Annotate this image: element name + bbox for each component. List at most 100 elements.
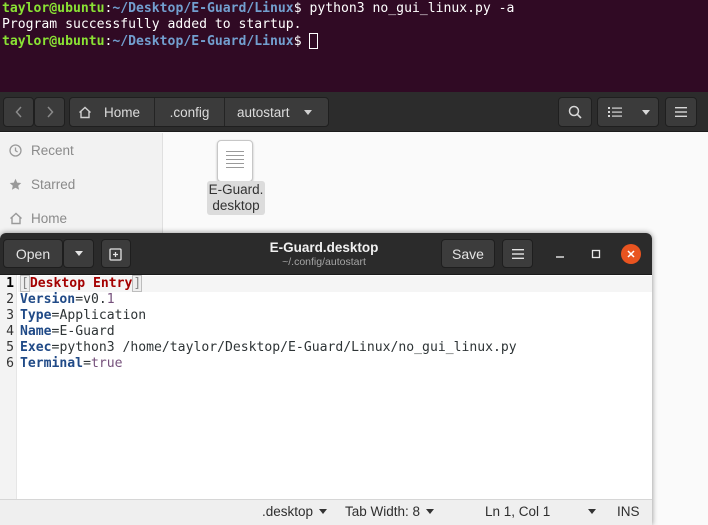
chevron-down-icon	[303, 109, 312, 115]
line-number-gutter: 1 2 3 4 5 6	[0, 275, 17, 499]
sidebar-item-label: Starred	[31, 176, 76, 192]
value: v0.	[83, 292, 107, 307]
hamburger-icon	[675, 107, 687, 117]
value: python3 /home/taylor/Desktop/E-Guard/Lin…	[59, 340, 517, 355]
tab-width-selector[interactable]: Tab Width: 8	[345, 504, 435, 519]
code-line: Exec=python3 /home/taylor/Desktop/E-Guar…	[20, 340, 517, 356]
home-icon	[79, 106, 91, 118]
key: Version	[20, 292, 76, 307]
new-tab-button[interactable]	[101, 239, 131, 268]
prompt-symbol: $	[293, 1, 310, 16]
home-icon	[8, 212, 23, 225]
code-line: [Desktop Entry]	[20, 275, 517, 292]
sidebar-item-starred[interactable]: Starred	[0, 167, 162, 201]
close-icon	[627, 250, 635, 258]
chevron-down-icon	[74, 251, 83, 256]
hamburger-icon	[511, 248, 524, 259]
chevron-down-icon	[426, 509, 435, 514]
file-name[interactable]: E-Guard. desktop	[207, 181, 265, 215]
equals: =	[83, 356, 91, 371]
forward-button[interactable]	[34, 97, 65, 127]
sidebar-item-label: Recent	[31, 142, 74, 158]
language-selector[interactable]: .desktop	[262, 504, 328, 519]
maximize-icon	[591, 249, 601, 259]
chevron-down-icon	[588, 509, 597, 514]
breadcrumb-label: Home	[104, 104, 141, 120]
breadcrumb-label: .config	[169, 104, 210, 120]
chevron-down-icon	[642, 109, 650, 115]
breadcrumb-autostart[interactable]: autostart	[225, 98, 328, 126]
value: E-Guard	[59, 324, 115, 339]
search-button[interactable]	[558, 97, 592, 127]
breadcrumb-config[interactable]: .config	[155, 98, 225, 126]
menu-button[interactable]	[665, 97, 697, 127]
star-icon	[8, 178, 23, 191]
value: Application	[59, 308, 147, 323]
line-number: 2	[6, 292, 14, 307]
document-title: E-Guard.desktop	[269, 240, 379, 255]
terminal-cursor	[309, 33, 319, 49]
cursor-position-label: Ln 1, Col 1	[485, 504, 551, 519]
breadcrumb-home[interactable]: Home	[70, 98, 155, 126]
search-icon	[568, 105, 582, 119]
breadcrumb-label: autostart	[237, 104, 290, 120]
terminal-line: taylor@ubuntu:~/Desktop/E-Guard/Linux$ p…	[2, 1, 708, 17]
breadcrumb: Home .config autostart	[69, 97, 329, 127]
tab-width-label: Tab Width: 8	[345, 504, 421, 519]
text-editor-window: Open E-Guard.desktop ~/.config/autostart…	[0, 233, 652, 525]
minimize-button[interactable]	[550, 244, 570, 264]
line-number: 1	[6, 276, 14, 291]
insert-mode[interactable]: INS	[617, 504, 640, 519]
line-number: 4	[6, 324, 14, 339]
status-bar: .desktop Tab Width: 8 Ln 1, Col 1 INS	[0, 499, 652, 525]
list-view-icon	[608, 107, 622, 117]
prompt-user: taylor@ubuntu	[2, 34, 105, 49]
chevron-right-icon	[46, 106, 54, 118]
bracket-match: ]	[132, 275, 143, 292]
sidebar-item-label: Home	[31, 210, 68, 226]
minimize-icon	[556, 256, 564, 258]
value-boolean: true	[90, 356, 123, 371]
key: Terminal	[20, 356, 84, 371]
key: Exec	[20, 340, 52, 355]
save-button[interactable]: Save	[441, 239, 495, 268]
open-button-label: Open	[15, 245, 51, 262]
file-icon[interactable]	[217, 140, 253, 182]
prompt-user: taylor@ubuntu	[2, 1, 105, 16]
file-name-line: desktop	[212, 198, 260, 213]
code-area: [Desktop Entry] Version=v0.1 Type=Applic…	[20, 275, 517, 372]
file-manager-header: Home .config autostart	[0, 92, 708, 132]
editor-header: Open E-Guard.desktop ~/.config/autostart…	[0, 233, 652, 275]
code-line: Type=Application	[20, 308, 517, 324]
close-button[interactable]	[621, 244, 641, 264]
sidebar-item-home[interactable]: Home	[0, 201, 162, 235]
terminal-output: Program successfully added to startup.	[2, 17, 302, 32]
back-button[interactable]	[3, 97, 34, 127]
line-number: 3	[6, 308, 14, 323]
save-button-label: Save	[452, 245, 484, 262]
prompt-path: ~/Desktop/E-Guard/Linux	[112, 1, 294, 16]
line-number: 6	[6, 356, 14, 371]
chevron-down-icon	[319, 509, 328, 514]
open-recent-button[interactable]	[63, 239, 94, 268]
key: Type	[20, 308, 52, 323]
terminal-window[interactable]: taylor@ubuntu:~/Desktop/E-Guard/Linux$ p…	[0, 0, 708, 92]
document-path: ~/.config/autostart	[282, 256, 366, 268]
open-button[interactable]: Open	[3, 239, 63, 268]
editor-menu-button[interactable]	[502, 239, 533, 268]
terminal-command: python3 no_gui_linux.py -a	[309, 1, 515, 16]
view-options-button[interactable]	[597, 97, 659, 127]
value-number: 1	[106, 292, 115, 307]
new-document-icon	[109, 247, 122, 261]
bracket-match: [	[20, 275, 30, 292]
prompt-symbol: $	[293, 34, 310, 49]
file-name-line: E-Guard.	[208, 182, 264, 197]
code-line: Version=v0.1	[20, 292, 517, 308]
cursor-position[interactable]: Ln 1, Col 1	[485, 504, 597, 519]
equals: =	[75, 292, 84, 307]
maximize-button[interactable]	[586, 244, 606, 264]
sidebar-item-recent[interactable]: Recent	[0, 133, 162, 167]
language-label: .desktop	[262, 504, 314, 519]
key: Name	[20, 324, 52, 339]
text-editor[interactable]: 1 2 3 4 5 6 [Desktop Entry] Version=v0.1…	[0, 275, 652, 499]
